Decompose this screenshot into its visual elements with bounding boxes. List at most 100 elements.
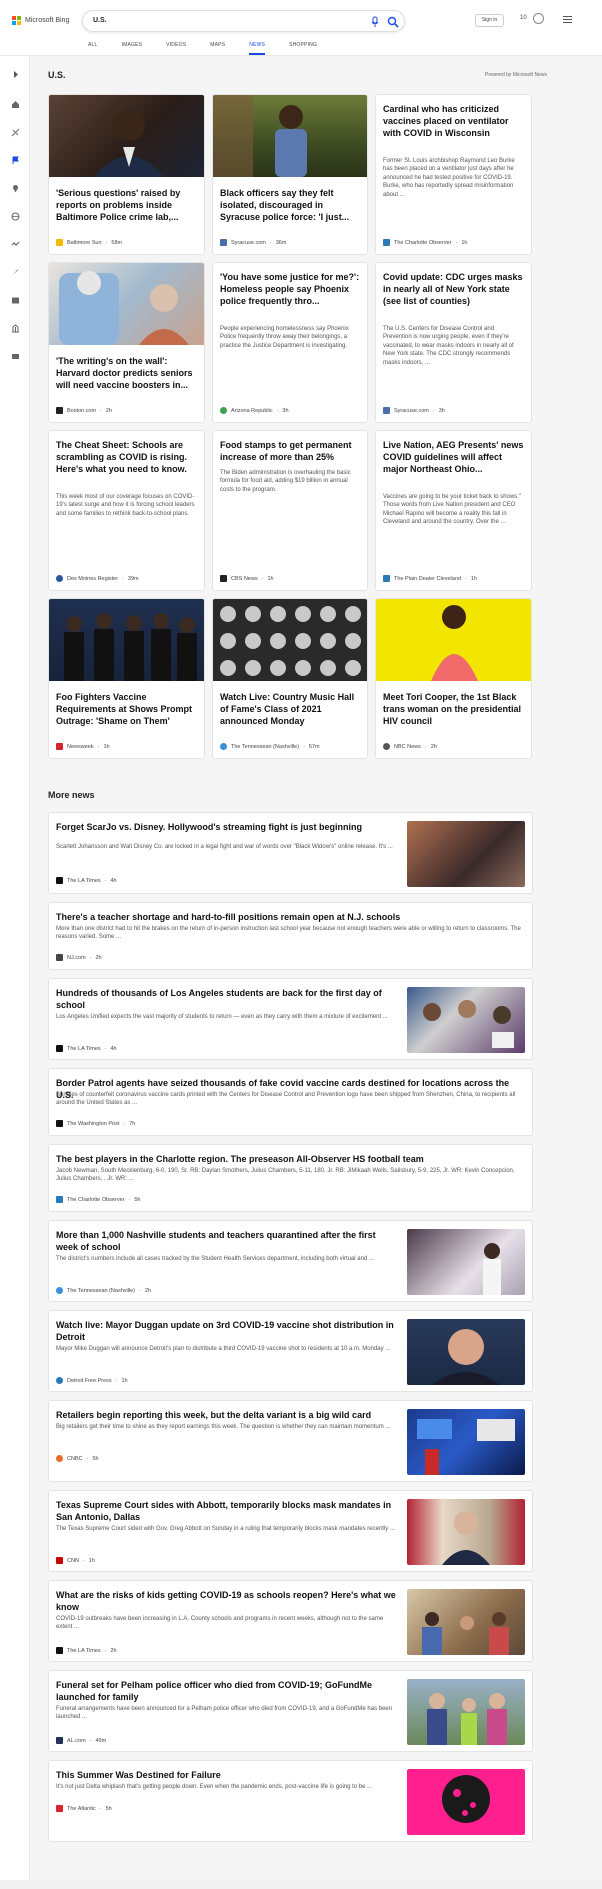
news-card[interactable]: 'The writing's on the wall': Harvard doc… — [48, 262, 205, 423]
flag-icon[interactable] — [11, 156, 20, 165]
source-logo-icon — [220, 743, 227, 750]
item-title[interactable]: There's a teacher shortage and hard-to-f… — [56, 911, 525, 923]
list-item[interactable]: What are the risks of kids getting COVID… — [48, 1580, 533, 1662]
news-card[interactable]: 'Serious questions' raised by reports on… — [48, 94, 205, 255]
news-card[interactable]: Food stamps to get permanent increase of… — [212, 430, 368, 591]
list-item[interactable]: Watch live: Mayor Duggan update on 3rd C… — [48, 1310, 533, 1392]
news-image — [376, 599, 531, 681]
item-source: The Atlantic · 5h — [56, 1805, 112, 1812]
news-card[interactable]: The Cheat Sheet: Schools are scrambling … — [48, 430, 205, 591]
news-card[interactable]: Live Nation, AEG Presents' news COVID gu… — [375, 430, 532, 591]
news-card[interactable]: Cardinal who has criticized vaccines pla… — [375, 94, 532, 255]
tab-videos[interactable]: VIDEOS — [166, 40, 186, 55]
source-logo-icon — [383, 575, 390, 582]
item-source: The LA Times · 4h — [56, 1045, 117, 1052]
news-card[interactable]: Foo Fighters Vaccine Requirements at Sho… — [48, 598, 205, 759]
card-title[interactable]: Live Nation, AEG Presents' news COVID gu… — [383, 439, 524, 475]
list-item[interactable]: The best players in the Charlotte region… — [48, 1144, 533, 1212]
card-source: Des Moines Register · 39m — [56, 575, 139, 582]
item-title[interactable]: Watch live: Mayor Duggan update on 3rd C… — [56, 1319, 397, 1343]
item-title[interactable]: This Summer Was Destined for Failure — [56, 1769, 397, 1781]
rocket-icon[interactable] — [11, 268, 20, 277]
search-icon[interactable] — [387, 16, 399, 28]
card-title[interactable]: The Cheat Sheet: Schools are scrambling … — [56, 439, 197, 475]
rewards-trophy-icon[interactable] — [533, 13, 544, 24]
card-title[interactable]: Meet Tori Cooper, the 1st Black trans wo… — [383, 691, 524, 727]
news-image — [213, 599, 367, 681]
item-thumbnail — [407, 1409, 525, 1475]
tab-all[interactable]: ALL — [88, 40, 98, 55]
menu-icon[interactable] — [563, 16, 572, 23]
item-thumbnail — [407, 1229, 525, 1295]
microphone-icon[interactable] — [370, 16, 380, 28]
news-image — [49, 263, 204, 345]
item-description: More than one district had to hit the br… — [56, 926, 521, 941]
item-thumbnail — [407, 1499, 525, 1565]
expand-chevron-icon[interactable] — [11, 70, 20, 79]
entertainment-icon[interactable] — [11, 296, 20, 305]
list-item[interactable]: Forget ScarJo vs. Disney. Hollywood's st… — [48, 812, 533, 894]
card-title[interactable]: Watch Live: Country Music Hall of Fame's… — [220, 691, 360, 727]
news-card[interactable]: Black officers say they felt isolated, d… — [212, 94, 368, 255]
tab-maps[interactable]: MAPS — [210, 40, 225, 55]
item-title[interactable]: Texas Supreme Court sides with Abbott, t… — [56, 1499, 397, 1523]
list-item[interactable]: Retailers begin reporting this week, but… — [48, 1400, 533, 1482]
news-card[interactable]: Covid update: CDC urges masks in nearly … — [375, 262, 532, 423]
news-card[interactable]: Watch Live: Country Music Hall of Fame's… — [212, 598, 368, 759]
list-item[interactable]: This Summer Was Destined for Failure It'… — [48, 1760, 533, 1842]
list-item[interactable]: Funeral set for Pelham police officer wh… — [48, 1670, 533, 1752]
list-item[interactable]: More than 1,000 Nashville students and t… — [48, 1220, 533, 1302]
tools-icon[interactable] — [11, 128, 20, 137]
item-title[interactable]: The best players in the Charlotte region… — [56, 1153, 525, 1165]
card-description: The U.S. Centers for Disease Control and… — [383, 326, 514, 366]
item-title[interactable]: Retailers begin reporting this week, but… — [56, 1409, 397, 1421]
card-description: Former St. Louis archbishop Raymond Leo … — [383, 158, 515, 198]
globe-icon[interactable] — [11, 212, 20, 221]
card-title[interactable]: 'Serious questions' raised by reports on… — [56, 187, 197, 223]
card-title[interactable]: Black officers say they felt isolated, d… — [220, 187, 360, 223]
home-icon[interactable] — [11, 100, 20, 109]
tab-shopping[interactable]: SHOPPING — [289, 40, 317, 55]
item-description: Mayor Mike Duggan will announce Detroit'… — [56, 1346, 391, 1352]
source-logo-icon — [56, 1196, 63, 1203]
card-title[interactable]: Cardinal who has criticized vaccines pla… — [383, 103, 524, 139]
list-item[interactable]: Border Patrol agents have seized thousan… — [48, 1068, 533, 1136]
list-item[interactable]: Hundreds of thousands of Los Angeles stu… — [48, 978, 533, 1060]
card-description: This week most of our coverage focuses o… — [56, 494, 195, 517]
fitness-icon[interactable] — [11, 240, 20, 249]
bing-logo[interactable]: Microsoft Bing — [12, 16, 69, 25]
card-icon[interactable] — [11, 352, 20, 361]
item-description: Funeral arrangements have been announced… — [56, 1706, 393, 1721]
top-bar: Microsoft Bing Sign in 10 ALL IMAGES VID… — [0, 0, 602, 56]
item-title[interactable]: Hundreds of thousands of Los Angeles stu… — [56, 987, 397, 1011]
building-icon[interactable] — [11, 324, 20, 333]
tab-news[interactable]: NEWS — [249, 40, 266, 55]
card-title[interactable]: 'The writing's on the wall': Harvard doc… — [56, 355, 197, 391]
search-box[interactable] — [82, 10, 405, 32]
card-title[interactable]: 'You have some justice for me?': Homeles… — [220, 271, 360, 307]
item-title[interactable]: What are the risks of kids getting COVID… — [56, 1589, 397, 1613]
item-thumbnail — [407, 821, 525, 887]
news-card[interactable]: Meet Tori Cooper, the 1st Black trans wo… — [375, 598, 532, 759]
location-icon[interactable] — [11, 184, 20, 193]
search-input[interactable] — [93, 17, 343, 24]
list-item[interactable]: There's a teacher shortage and hard-to-f… — [48, 902, 533, 970]
rewards-count[interactable]: 10 — [520, 15, 527, 21]
source-logo-icon — [56, 1377, 63, 1384]
source-logo-icon — [56, 1557, 63, 1564]
list-item[interactable]: Texas Supreme Court sides with Abbott, t… — [48, 1490, 533, 1572]
powered-by-label[interactable]: Powered by Microsoft News — [485, 72, 547, 78]
item-title[interactable]: Funeral set for Pelham police officer wh… — [56, 1679, 397, 1703]
item-title[interactable]: More than 1,000 Nashville students and t… — [56, 1229, 397, 1253]
source-logo-icon — [56, 954, 63, 961]
item-title[interactable]: Forget ScarJo vs. Disney. Hollywood's st… — [56, 821, 397, 833]
sign-in-button[interactable]: Sign in — [475, 14, 504, 27]
item-source: The Tennessean (Nashville) · 2h — [56, 1287, 151, 1294]
card-source: The Plain Dealer Cleveland · 1h — [383, 575, 477, 582]
item-description: The district's numbers include all cases… — [56, 1256, 374, 1262]
card-title[interactable]: Foo Fighters Vaccine Requirements at Sho… — [56, 691, 197, 727]
news-card[interactable]: 'You have some justice for me?': Homeles… — [212, 262, 368, 423]
card-title[interactable]: Covid update: CDC urges masks in nearly … — [383, 271, 524, 307]
tab-images[interactable]: IMAGES — [122, 40, 143, 55]
card-title[interactable]: Food stamps to get permanent increase of… — [220, 439, 360, 463]
